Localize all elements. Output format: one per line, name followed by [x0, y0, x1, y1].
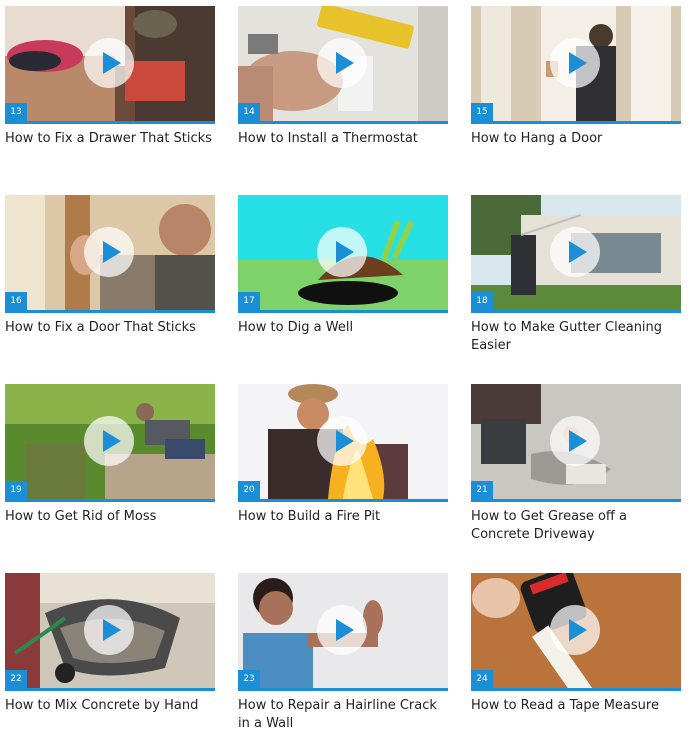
play-icon	[336, 619, 354, 641]
video-grid: 13 How to Fix a Drawer That Sticks 14 Ho…	[0, 0, 690, 734]
play-button[interactable]	[84, 605, 134, 655]
play-icon	[569, 52, 587, 74]
video-number-badge: 18	[471, 292, 493, 310]
video-number-badge: 24	[471, 670, 493, 688]
play-icon	[336, 430, 354, 452]
video-number-badge: 16	[5, 292, 27, 310]
video-card[interactable]: 18 How to Make Gutter Cleaning Easier	[471, 195, 683, 355]
video-title[interactable]: How to Get Grease off a Concrete Drivewa…	[471, 508, 683, 544]
play-icon	[103, 52, 121, 74]
play-icon	[569, 430, 587, 452]
video-card[interactable]: 14 How to Install a Thermostat	[238, 6, 450, 148]
play-button[interactable]	[550, 227, 600, 277]
video-title[interactable]: How to Fix a Door That Sticks	[5, 319, 217, 337]
video-card[interactable]: 16 How to Fix a Door That Sticks	[5, 195, 217, 337]
video-thumbnail[interactable]: 15	[471, 6, 681, 124]
play-icon	[336, 241, 354, 263]
video-card[interactable]: 22 How to Mix Concrete by Hand	[5, 573, 217, 715]
video-card[interactable]: 19 How to Get Rid of Moss	[5, 384, 217, 526]
video-thumbnail[interactable]: 14	[238, 6, 448, 124]
video-number-badge: 23	[238, 670, 260, 688]
video-title[interactable]: How to Install a Thermostat	[238, 130, 450, 148]
play-button[interactable]	[550, 38, 600, 88]
video-title[interactable]: How to Get Rid of Moss	[5, 508, 217, 526]
play-icon	[103, 241, 121, 263]
play-button[interactable]	[317, 38, 367, 88]
video-number-badge: 22	[5, 670, 27, 688]
play-icon	[103, 430, 121, 452]
play-icon	[569, 619, 587, 641]
play-button[interactable]	[550, 605, 600, 655]
video-card[interactable]: 20 How to Build a Fire Pit	[238, 384, 450, 526]
play-button[interactable]	[317, 605, 367, 655]
video-title[interactable]: How to Repair a Hairline Crack in a Wall	[238, 697, 450, 733]
video-card[interactable]: 24 How to Read a Tape Measure	[471, 573, 683, 715]
video-title[interactable]: How to Dig a Well	[238, 319, 450, 337]
video-number-badge: 15	[471, 103, 493, 121]
play-icon	[103, 619, 121, 641]
video-title[interactable]: How to Hang a Door	[471, 130, 683, 148]
video-card[interactable]: 17 How to Dig a Well	[238, 195, 450, 337]
video-thumbnail[interactable]: 21	[471, 384, 681, 502]
video-title[interactable]: How to Build a Fire Pit	[238, 508, 450, 526]
play-button[interactable]	[317, 416, 367, 466]
video-thumbnail[interactable]: 17	[238, 195, 448, 313]
video-title[interactable]: How to Fix a Drawer That Sticks	[5, 130, 217, 148]
play-icon	[569, 241, 587, 263]
video-number-badge: 20	[238, 481, 260, 499]
video-thumbnail[interactable]: 22	[5, 573, 215, 691]
video-number-badge: 17	[238, 292, 260, 310]
play-button[interactable]	[550, 416, 600, 466]
video-card[interactable]: 23 How to Repair a Hairline Crack in a W…	[238, 573, 450, 733]
video-title[interactable]: How to Read a Tape Measure	[471, 697, 683, 715]
video-thumbnail[interactable]: 24	[471, 573, 681, 691]
play-icon	[336, 52, 354, 74]
video-card[interactable]: 15 How to Hang a Door	[471, 6, 683, 148]
video-thumbnail[interactable]: 13	[5, 6, 215, 124]
video-number-badge: 19	[5, 481, 27, 499]
video-thumbnail[interactable]: 16	[5, 195, 215, 313]
video-thumbnail[interactable]: 19	[5, 384, 215, 502]
play-button[interactable]	[84, 38, 134, 88]
play-button[interactable]	[317, 227, 367, 277]
video-title[interactable]: How to Mix Concrete by Hand	[5, 697, 217, 715]
video-card[interactable]: 13 How to Fix a Drawer That Sticks	[5, 6, 217, 148]
video-thumbnail[interactable]: 18	[471, 195, 681, 313]
video-number-badge: 21	[471, 481, 493, 499]
video-title[interactable]: How to Make Gutter Cleaning Easier	[471, 319, 683, 355]
video-card[interactable]: 21 How to Get Grease off a Concrete Driv…	[471, 384, 683, 544]
play-button[interactable]	[84, 416, 134, 466]
video-thumbnail[interactable]: 20	[238, 384, 448, 502]
video-number-badge: 14	[238, 103, 260, 121]
play-button[interactable]	[84, 227, 134, 277]
video-thumbnail[interactable]: 23	[238, 573, 448, 691]
video-number-badge: 13	[5, 103, 27, 121]
